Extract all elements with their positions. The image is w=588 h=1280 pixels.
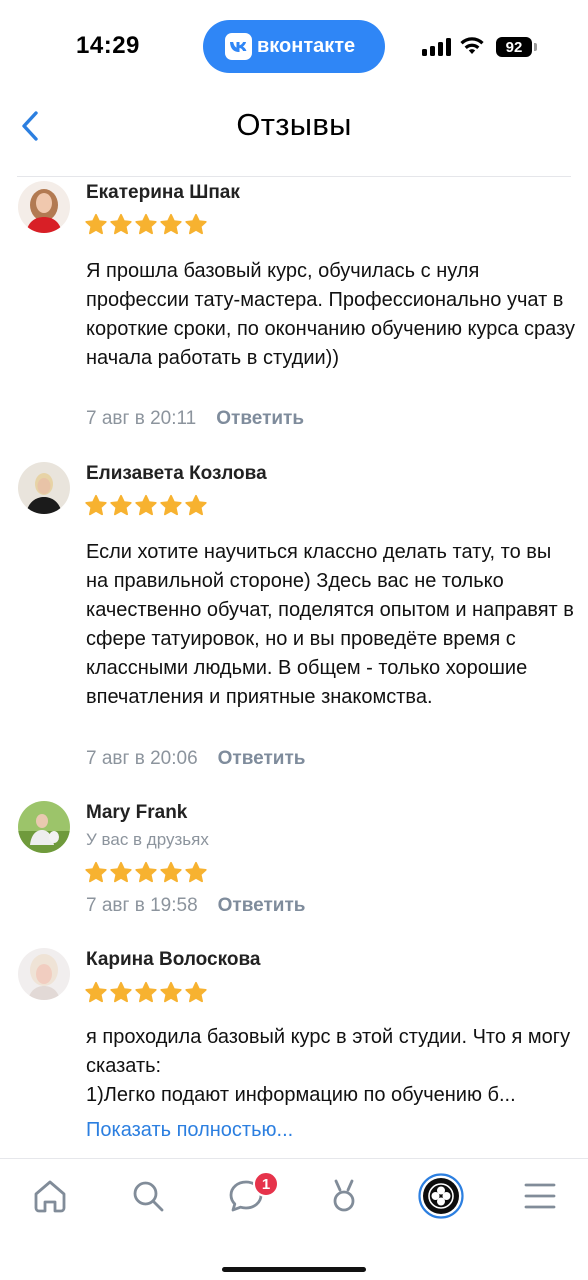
star-icon bbox=[110, 861, 132, 883]
battery-indicator: 92 bbox=[496, 37, 532, 57]
star-icon bbox=[135, 861, 157, 883]
review-date: 7 авг в 20:06 bbox=[86, 748, 198, 769]
author-name[interactable]: Екатерина Шпак bbox=[86, 182, 240, 204]
tab-bar bbox=[0, 1159, 588, 1280]
star-icon bbox=[135, 494, 157, 516]
author-avatar[interactable] bbox=[18, 462, 70, 514]
star-icon bbox=[160, 494, 182, 516]
menu-icon bbox=[524, 1183, 556, 1209]
rating-stars bbox=[84, 213, 208, 236]
star-icon bbox=[110, 981, 132, 1003]
star-icon bbox=[160, 861, 182, 883]
star-icon bbox=[160, 981, 182, 1003]
star-icon bbox=[85, 981, 107, 1003]
author-name[interactable]: Mary Frank bbox=[86, 802, 187, 824]
tab-search[interactable] bbox=[120, 1171, 176, 1221]
review-date: 7 авг в 20:11 bbox=[86, 408, 197, 429]
rating-stars bbox=[84, 861, 208, 884]
star-icon bbox=[110, 213, 132, 235]
tab-menu[interactable] bbox=[512, 1171, 568, 1221]
review-date: 7 авг в 19:58 bbox=[86, 895, 198, 916]
author-avatar[interactable] bbox=[18, 181, 70, 233]
header-divider bbox=[17, 176, 571, 177]
battery-tip bbox=[534, 43, 537, 51]
search-icon bbox=[133, 1181, 164, 1212]
tab-profile[interactable] bbox=[413, 1171, 469, 1221]
author-name[interactable]: Елизавета Козлова bbox=[86, 463, 267, 485]
vk-pill-label: вконтакте bbox=[257, 35, 356, 57]
star-icon bbox=[85, 494, 107, 516]
wifi-icon bbox=[460, 37, 484, 54]
review-meta: 7 авг в 19:58 Ответить bbox=[86, 895, 305, 917]
friend-status: У вас в друзьях bbox=[86, 830, 209, 849]
reply-button[interactable]: Ответить bbox=[218, 748, 306, 770]
author-name[interactable]: Карина Волоскова bbox=[86, 949, 260, 971]
star-icon bbox=[135, 981, 157, 1003]
profile-avatar bbox=[418, 1173, 464, 1219]
star-icon bbox=[185, 981, 207, 1003]
show-more-link[interactable]: Показать полностью... bbox=[86, 1119, 293, 1142]
home-icon bbox=[34, 1180, 66, 1213]
messages-badge: 1 bbox=[253, 1171, 279, 1197]
tab-home[interactable] bbox=[22, 1171, 78, 1221]
star-icon bbox=[185, 213, 207, 235]
cellular-signal-icon bbox=[422, 38, 451, 56]
home-indicator bbox=[222, 1267, 366, 1272]
status-bar: 14:29 вконтакте 92 bbox=[0, 0, 588, 92]
reply-button[interactable]: Ответить bbox=[216, 408, 304, 430]
author-avatar[interactable] bbox=[18, 801, 70, 853]
star-icon bbox=[110, 494, 132, 516]
rating-stars bbox=[84, 494, 208, 517]
author-avatar[interactable] bbox=[18, 948, 70, 1000]
star-icon bbox=[135, 213, 157, 235]
star-icon bbox=[185, 494, 207, 516]
star-icon bbox=[85, 213, 107, 235]
tab-clips[interactable] bbox=[316, 1171, 372, 1221]
star-icon bbox=[160, 213, 182, 235]
reply-button[interactable]: Ответить bbox=[218, 895, 306, 917]
star-icon bbox=[185, 861, 207, 883]
page-title: Отзывы bbox=[236, 107, 352, 142]
clips-icon bbox=[333, 1179, 355, 1212]
rating-stars bbox=[84, 981, 208, 1004]
vk-logo-icon bbox=[225, 33, 252, 60]
review-text: я проходила базовый курс в этой студии. … bbox=[86, 1026, 571, 1106]
star-icon bbox=[85, 861, 107, 883]
review-meta: 7 авг в 20:11 Ответить bbox=[86, 408, 304, 430]
status-time: 14:29 bbox=[76, 32, 140, 59]
review-text: Я прошла базовый курс, обучилась с нуля … bbox=[86, 260, 576, 369]
review-meta: 7 авг в 20:06 Ответить bbox=[86, 748, 305, 770]
review-text: Если хотите научиться классно делать тат… bbox=[86, 541, 574, 708]
vk-app-pill[interactable]: вконтакте bbox=[203, 20, 385, 73]
